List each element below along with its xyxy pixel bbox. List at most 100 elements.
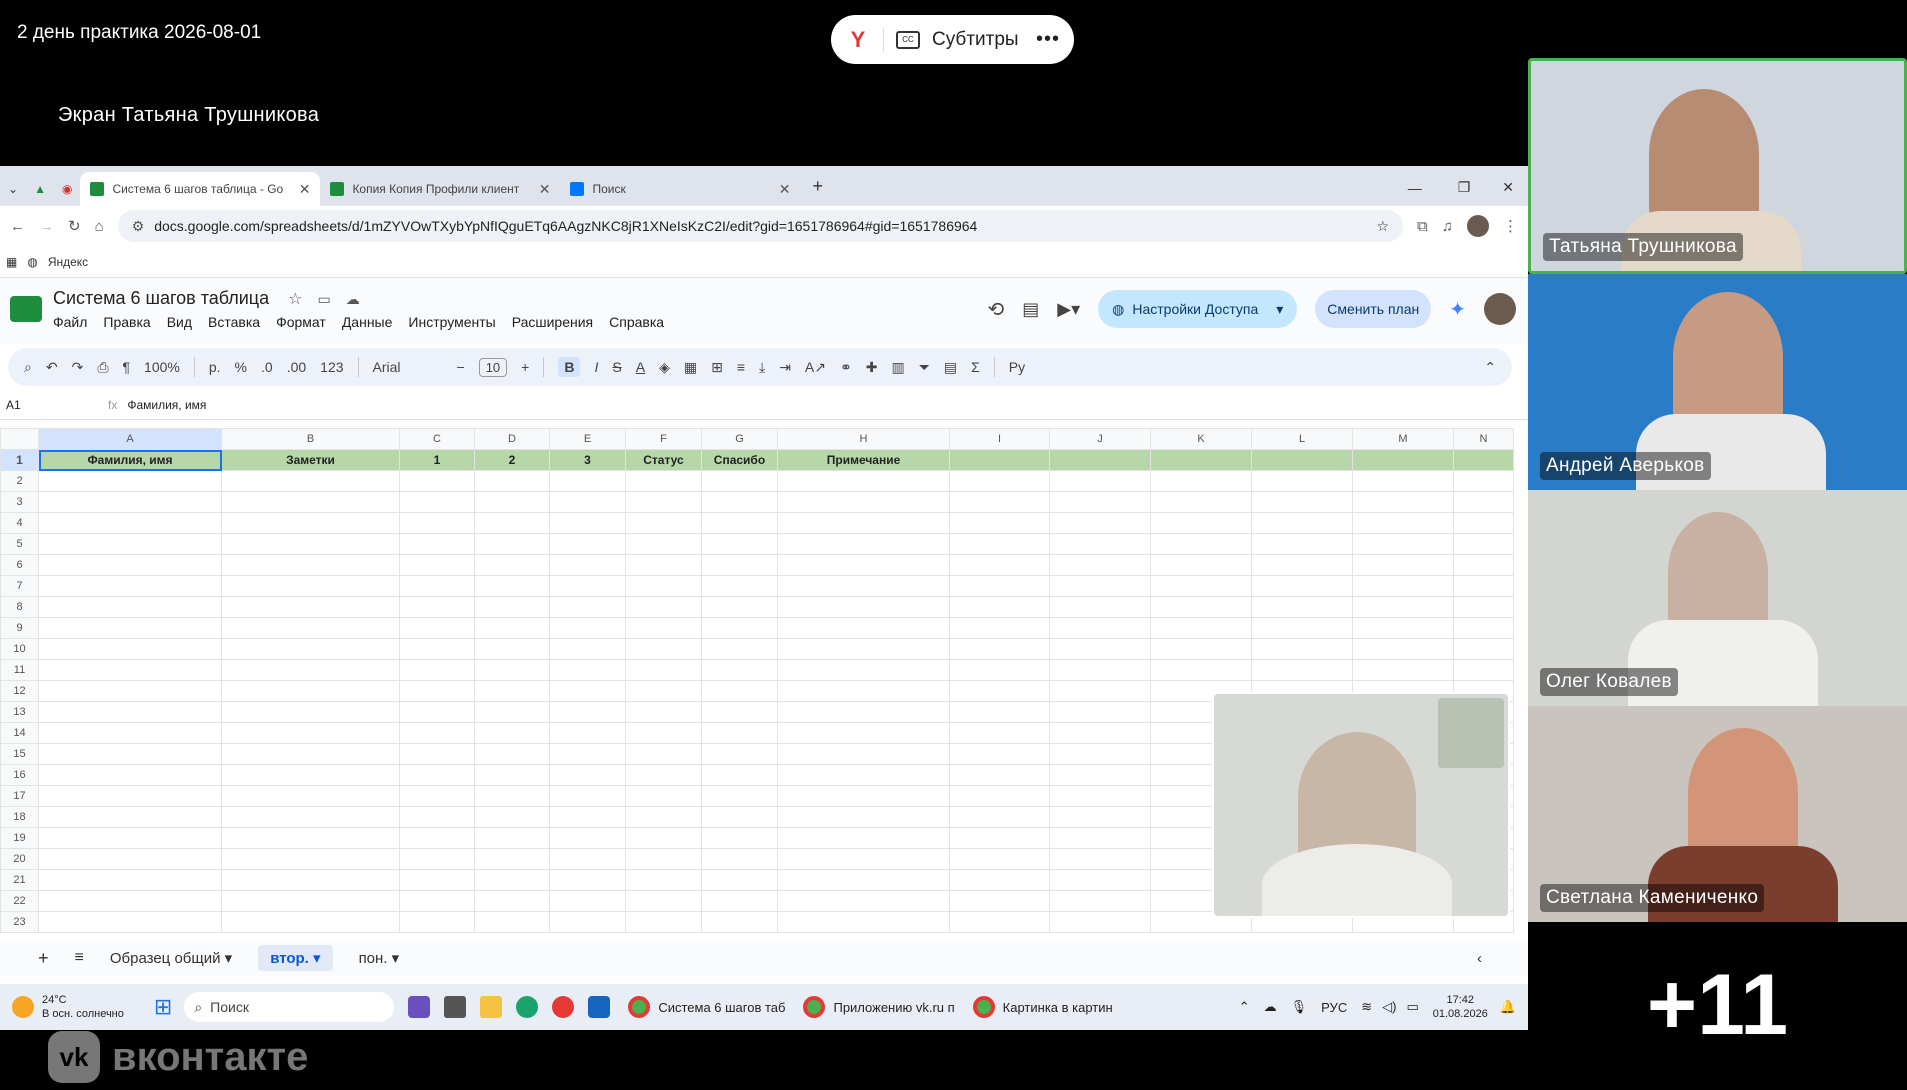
column-header[interactable]: D — [474, 428, 550, 450]
onedrive-icon[interactable]: ☁ — [1264, 999, 1277, 1015]
borders-icon[interactable]: ▦ — [684, 359, 697, 376]
cell[interactable] — [777, 722, 950, 744]
cell[interactable] — [949, 512, 1050, 534]
row-number[interactable]: 15 — [0, 743, 39, 765]
cell[interactable] — [1251, 638, 1353, 660]
media-icon[interactable]: ♫ — [1442, 218, 1453, 235]
cell[interactable] — [701, 680, 778, 702]
cell[interactable] — [1453, 596, 1514, 618]
cell[interactable] — [474, 617, 550, 639]
cell[interactable] — [38, 512, 222, 534]
cell[interactable] — [777, 554, 950, 576]
cell[interactable] — [474, 827, 550, 849]
menu-tools[interactable]: Инструменты — [408, 314, 495, 330]
cell[interactable] — [38, 575, 222, 597]
cell[interactable] — [777, 785, 950, 807]
menu-edit[interactable]: Правка — [103, 314, 150, 330]
all-sheets-icon[interactable]: ≡ — [75, 949, 84, 967]
row-number[interactable]: 1 — [0, 449, 39, 471]
document-title-text[interactable]: Система 6 шагов таблица — [53, 288, 269, 308]
cell[interactable] — [221, 722, 400, 744]
cell[interactable] — [549, 806, 626, 828]
paint-format-icon[interactable]: ¶ — [123, 359, 131, 375]
cell[interactable] — [1251, 617, 1353, 639]
cell[interactable] — [1453, 617, 1514, 639]
cell[interactable] — [949, 449, 1050, 471]
windows-start-icon[interactable]: ⊞ — [154, 994, 172, 1020]
cell[interactable] — [777, 869, 950, 891]
cell[interactable] — [221, 533, 400, 555]
extensions-icon[interactable]: ⧉ — [1417, 218, 1428, 235]
input-tools-icon[interactable]: Ру — [1009, 359, 1025, 375]
cell[interactable] — [474, 743, 550, 765]
zoom-select[interactable]: 100% — [144, 359, 180, 375]
move-folder-icon[interactable]: ▭ — [318, 291, 331, 307]
cell[interactable] — [474, 848, 550, 870]
cell[interactable] — [701, 785, 778, 807]
participant-tile[interactable]: Андрей Аверьков — [1528, 274, 1907, 490]
row-number[interactable]: 21 — [0, 869, 39, 891]
cell[interactable] — [549, 785, 626, 807]
cell[interactable] — [701, 617, 778, 639]
search-menus-icon[interactable]: ⌕ — [24, 359, 32, 376]
column-header[interactable]: K — [1150, 428, 1252, 450]
cell[interactable] — [625, 764, 702, 786]
cell[interactable] — [1049, 491, 1151, 513]
column-header[interactable]: B — [221, 428, 400, 450]
cell[interactable] — [1251, 449, 1353, 471]
app-task-view-icon[interactable] — [444, 996, 467, 1018]
weather-widget[interactable]: 24°C В осн. солнечно — [12, 993, 124, 1021]
cell[interactable] — [1352, 491, 1454, 513]
cell[interactable] — [38, 722, 222, 744]
row-number[interactable]: 10 — [0, 638, 39, 660]
cell[interactable] — [1453, 449, 1514, 471]
decrease-decimal[interactable]: .0 — [261, 359, 273, 375]
cell[interactable] — [38, 869, 222, 891]
cell[interactable] — [1049, 890, 1151, 912]
row-number[interactable]: 9 — [0, 617, 39, 639]
cell[interactable] — [474, 785, 550, 807]
cell[interactable] — [1251, 533, 1353, 555]
row-number[interactable]: 12 — [0, 680, 39, 702]
cell[interactable] — [549, 554, 626, 576]
cell[interactable] — [1150, 617, 1252, 639]
row-number[interactable]: 22 — [0, 890, 39, 912]
cell[interactable] — [1150, 659, 1252, 681]
cell[interactable] — [777, 575, 950, 597]
cell[interactable]: 3 — [549, 449, 626, 471]
bold-icon[interactable]: B — [558, 357, 581, 377]
italic-icon[interactable]: I — [594, 359, 598, 375]
cell[interactable]: Фамилия, имя — [38, 449, 222, 471]
fill-color-icon[interactable]: ◈ — [659, 359, 670, 376]
cell[interactable] — [1049, 512, 1151, 534]
history-icon[interactable]: ⟲ — [987, 297, 1004, 322]
new-tab-icon[interactable]: + — [800, 176, 835, 206]
picture-in-picture-video[interactable] — [1212, 692, 1510, 918]
cell[interactable] — [625, 554, 702, 576]
cell[interactable] — [549, 575, 626, 597]
cell[interactable] — [38, 659, 222, 681]
cell[interactable] — [1049, 827, 1151, 849]
cell[interactable] — [38, 911, 222, 933]
cell[interactable] — [949, 827, 1050, 849]
cell[interactable] — [949, 869, 1050, 891]
row-number[interactable]: 23 — [0, 911, 39, 933]
app-yandex-icon[interactable] — [552, 996, 575, 1018]
column-header[interactable]: A — [38, 428, 222, 450]
column-header[interactable]: F — [625, 428, 702, 450]
functions-icon[interactable]: Σ — [971, 359, 980, 375]
change-plan-button[interactable]: Сменить план — [1315, 290, 1432, 328]
tray-chevron-icon[interactable]: ⌃ — [1239, 999, 1250, 1015]
cell[interactable] — [399, 722, 475, 744]
bookmark-star-icon[interactable]: ☆ — [1376, 218, 1389, 235]
cell[interactable] — [625, 827, 702, 849]
strikethrough-icon[interactable]: S — [612, 359, 621, 375]
collapse-toolbar-icon[interactable]: ⌃ — [1484, 359, 1496, 376]
cell[interactable] — [549, 659, 626, 681]
cell[interactable] — [949, 680, 1050, 702]
cell[interactable] — [221, 764, 400, 786]
cell[interactable] — [549, 638, 626, 660]
cell[interactable] — [1049, 470, 1151, 492]
cell[interactable] — [1352, 617, 1454, 639]
cell[interactable] — [1049, 701, 1151, 723]
